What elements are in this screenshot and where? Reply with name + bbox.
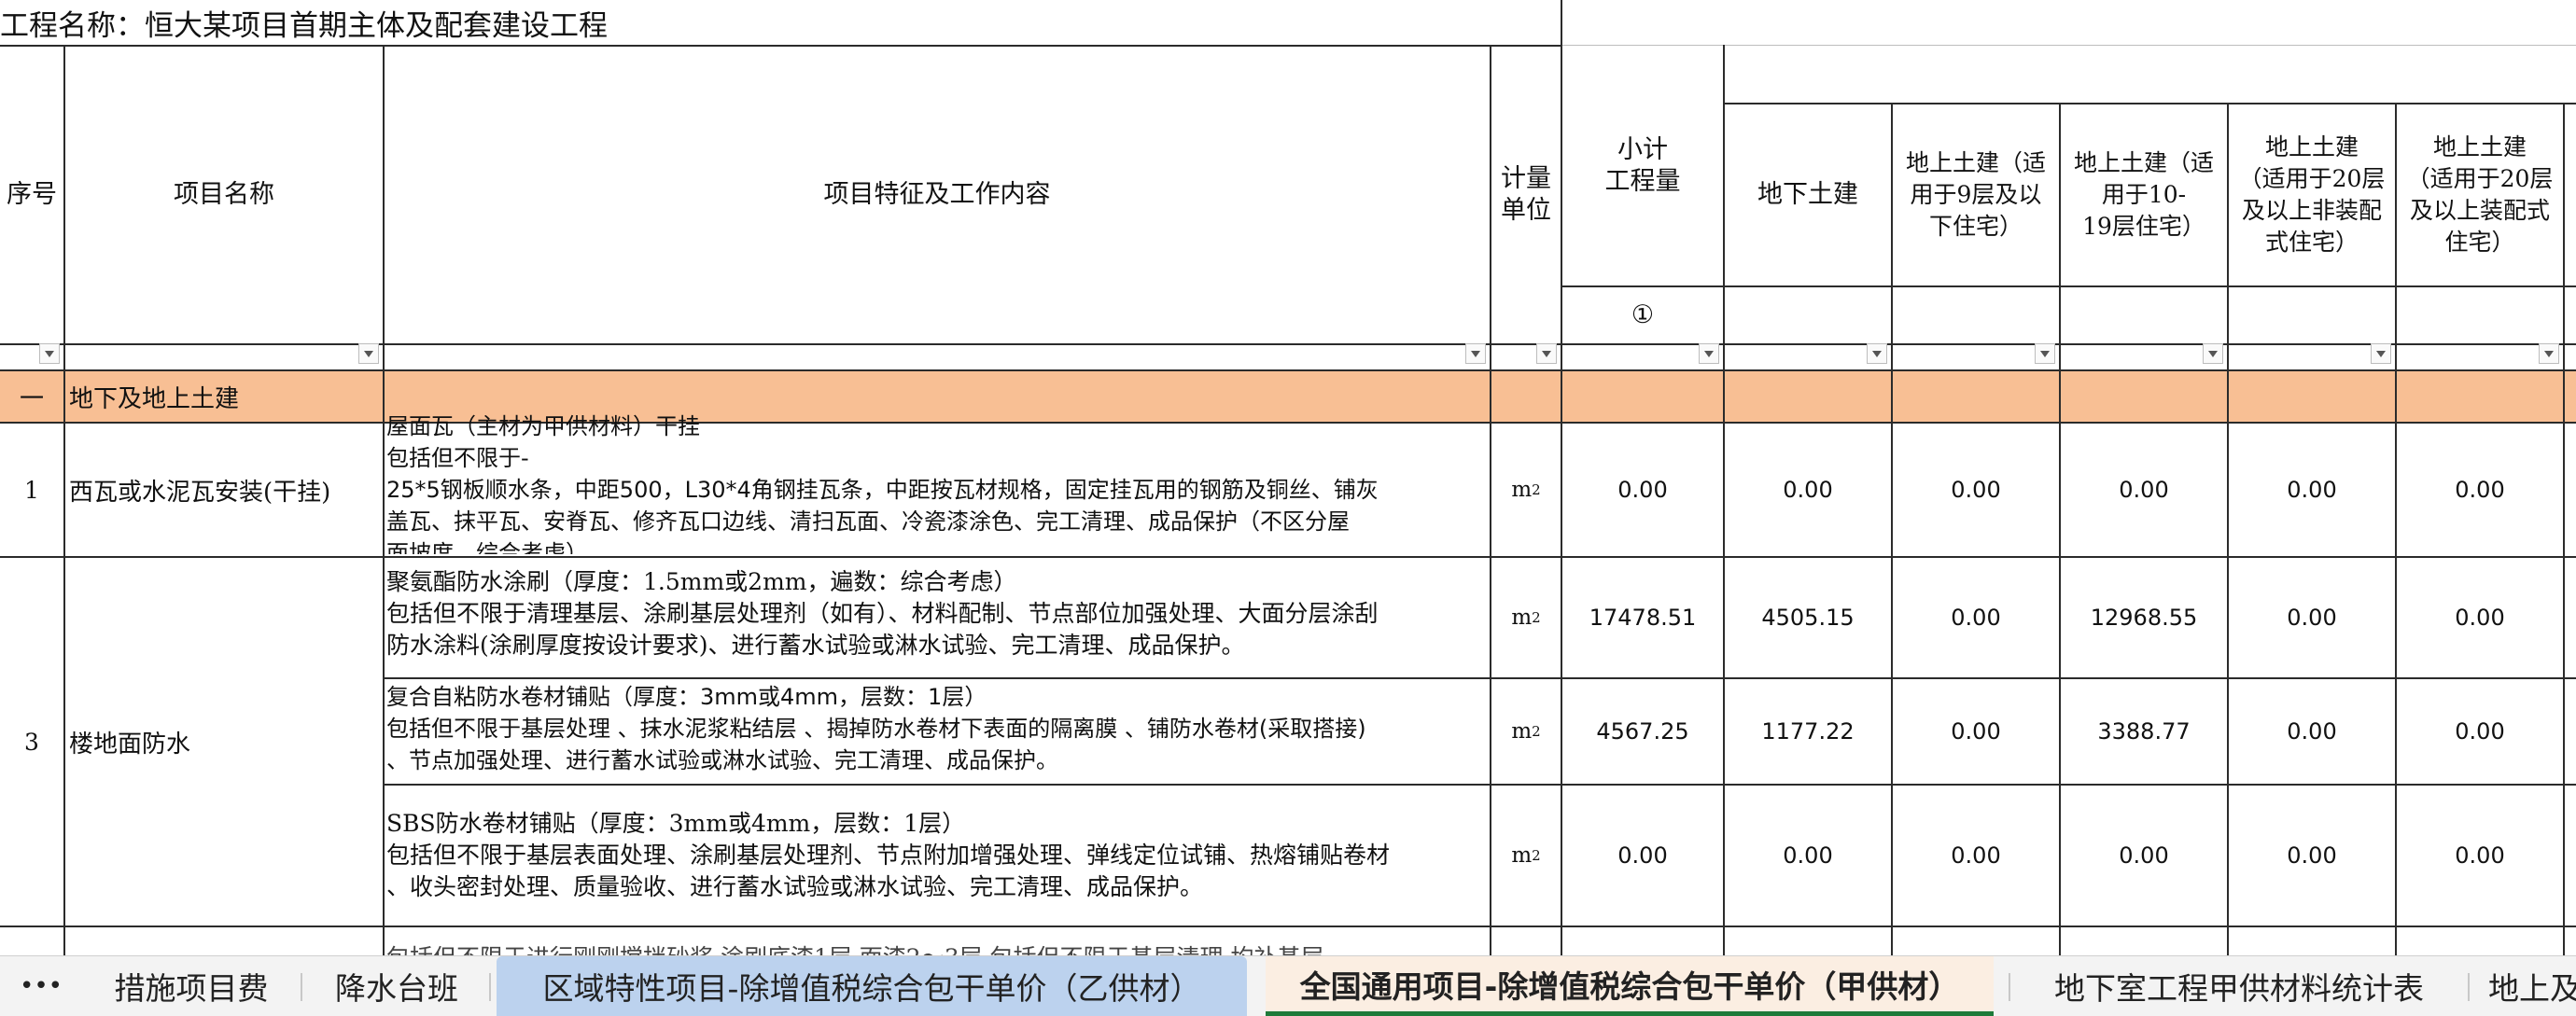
sheet-tab-measures[interactable]: 措施项目费 bbox=[84, 956, 299, 1016]
row2-above-9[interactable]: 0.00 bbox=[1893, 558, 2059, 677]
filter-dropdown-above-10-19[interactable] bbox=[2203, 343, 2223, 364]
filter-dropdown-name[interactable] bbox=[358, 343, 379, 364]
filter-dropdown-above-20-prefab[interactable] bbox=[2539, 343, 2559, 364]
header-above-9: 地上土建（适 用于9层及以 下住宅） bbox=[1905, 149, 2046, 240]
row4-above-20-nonprefab[interactable]: 0.00 bbox=[2229, 786, 2395, 926]
header-circled-one: ① bbox=[1631, 300, 1655, 329]
row2-underground[interactable]: 4505.15 bbox=[1725, 558, 1891, 677]
row1-unit[interactable]: m2 bbox=[1491, 424, 1561, 556]
row1-subtotal[interactable]: 0.00 bbox=[1562, 424, 1723, 556]
section-seq[interactable]: 一 bbox=[0, 371, 63, 422]
header-above-20-prefab: 地上土建 （适用于20层 及以上装配式 住宅） bbox=[2406, 133, 2554, 256]
filter-dropdown-seq[interactable] bbox=[39, 343, 60, 364]
sheet-tab-dewatering[interactable]: 降水台班 bbox=[308, 956, 485, 1016]
row2-above-20-prefab[interactable]: 0.00 bbox=[2397, 558, 2563, 677]
row1-seq[interactable]: 1 bbox=[0, 424, 63, 556]
row5-feature[interactable]: 包括但不限于进行刚刚搅拌砂浆 涂刷底漆1层 面漆2～3层 包括但不限于基层清理 … bbox=[386, 942, 1488, 955]
section-name[interactable]: 地下及地上土建 bbox=[65, 371, 383, 422]
sheet-tab-national-items[interactable]: 全国通用项目-除增值税综合包干单价（甲供材） bbox=[1266, 956, 1994, 1016]
header-subtotal: 小计 工程量 bbox=[1604, 135, 1681, 196]
filter-dropdown-feature[interactable] bbox=[1465, 343, 1486, 364]
row1-name[interactable]: 西瓦或水泥瓦安装(干挂) bbox=[65, 424, 383, 556]
row3-subtotal[interactable]: 4567.25 bbox=[1562, 679, 1723, 784]
header-item-name: 项目名称 bbox=[174, 180, 274, 209]
sheet-tab-above-ground[interactable]: 地上及 bbox=[2475, 956, 2576, 1016]
row4-unit[interactable]: m2 bbox=[1491, 786, 1561, 926]
row4-underground[interactable]: 0.00 bbox=[1725, 786, 1891, 926]
row3-seq[interactable]: 3 bbox=[0, 558, 63, 926]
project-title: 工程名称：恒大某项目首期主体及配套建设工程 bbox=[0, 8, 608, 43]
row3-above-9[interactable]: 0.00 bbox=[1893, 679, 2059, 784]
row2-above-10-19[interactable]: 12968.55 bbox=[2061, 558, 2227, 677]
row3-underground[interactable]: 1177.22 bbox=[1725, 679, 1891, 784]
row1-underground[interactable]: 0.00 bbox=[1725, 424, 1891, 556]
header-above-10-19: 地上土建（适 用于10- 19层住宅） bbox=[2073, 149, 2214, 240]
row1-feature[interactable]: 屋面瓦（主材为甲供材料）干挂 包括但不限于- 25*5钢板顺水条，中距500，L… bbox=[386, 411, 1488, 554]
row3-above-20-prefab[interactable]: 0.00 bbox=[2397, 679, 2563, 784]
row4-above-20-prefab[interactable]: 0.00 bbox=[2397, 786, 2563, 926]
sheet-tab-basement-materials[interactable]: 地下室工程甲供材料统计表 bbox=[2020, 956, 2458, 1016]
row1-above-20-nonprefab[interactable]: 0.00 bbox=[2229, 424, 2395, 556]
row3-feature[interactable]: 复合自粘防水卷材铺贴（厚度：3mm或4mm，层数：1层） 包括但不限于基层处理 … bbox=[386, 681, 1488, 782]
row4-above-9[interactable]: 0.00 bbox=[1893, 786, 2059, 926]
header-above-20-nonprefab: 地上土建 （适用于20层 及以上非装配 式住宅） bbox=[2238, 133, 2386, 256]
row4-above-10-19[interactable]: 0.00 bbox=[2061, 786, 2227, 926]
filter-dropdown-underground[interactable] bbox=[1867, 343, 1887, 364]
more-tabs-button[interactable]: ••• bbox=[13, 956, 69, 1016]
sheet-tab-regional-items[interactable]: 区域特性项目-除增值税综合包干单价（乙供材） bbox=[497, 956, 1247, 1016]
filter-dropdown-above-9[interactable] bbox=[2035, 343, 2055, 364]
row3-above-10-19[interactable]: 3388.77 bbox=[2061, 679, 2227, 784]
row1-above-9[interactable]: 0.00 bbox=[1893, 424, 2059, 556]
filter-dropdown-above-20-nonprefab[interactable] bbox=[2371, 343, 2391, 364]
row4-feature[interactable]: SBS防水卷材铺贴（厚度：3mm或4mm，层数：1层） 包括但不限于基层表面处理… bbox=[386, 808, 1488, 920]
row3-unit[interactable]: m2 bbox=[1491, 679, 1561, 784]
sheet-tab-bar: ••• 措施项目费 降水台班 区域特性项目-除增值税综合包干单价（乙供材） 全国… bbox=[0, 955, 2576, 1016]
header-feature: 项目特征及工作内容 bbox=[823, 180, 1051, 209]
header-seq: 序号 bbox=[7, 180, 57, 209]
row2-unit[interactable]: m2 bbox=[1491, 558, 1561, 677]
row2-subtotal[interactable]: 17478.51 bbox=[1562, 558, 1723, 677]
row1-above-20-prefab[interactable]: 0.00 bbox=[2397, 424, 2563, 556]
row3-above-20-nonprefab[interactable]: 0.00 bbox=[2229, 679, 2395, 784]
row4-subtotal[interactable]: 0.00 bbox=[1562, 786, 1723, 926]
row2-above-20-nonprefab[interactable]: 0.00 bbox=[2229, 558, 2395, 677]
header-underground: 地下土建 bbox=[1757, 180, 1858, 209]
filter-dropdown-subtotal[interactable] bbox=[1699, 343, 1719, 364]
header-unit: 计量 单位 bbox=[1501, 164, 1551, 225]
row2-feature[interactable]: 聚氨酯防水涂刷（厚度：1.5mm或2mm，遍数：综合考虑） 包括但不限于清理基层… bbox=[386, 566, 1488, 676]
row1-above-10-19[interactable]: 0.00 bbox=[2061, 424, 2227, 556]
row3-name[interactable]: 楼地面防水 bbox=[65, 558, 383, 926]
filter-dropdown-unit[interactable] bbox=[1536, 343, 1557, 364]
